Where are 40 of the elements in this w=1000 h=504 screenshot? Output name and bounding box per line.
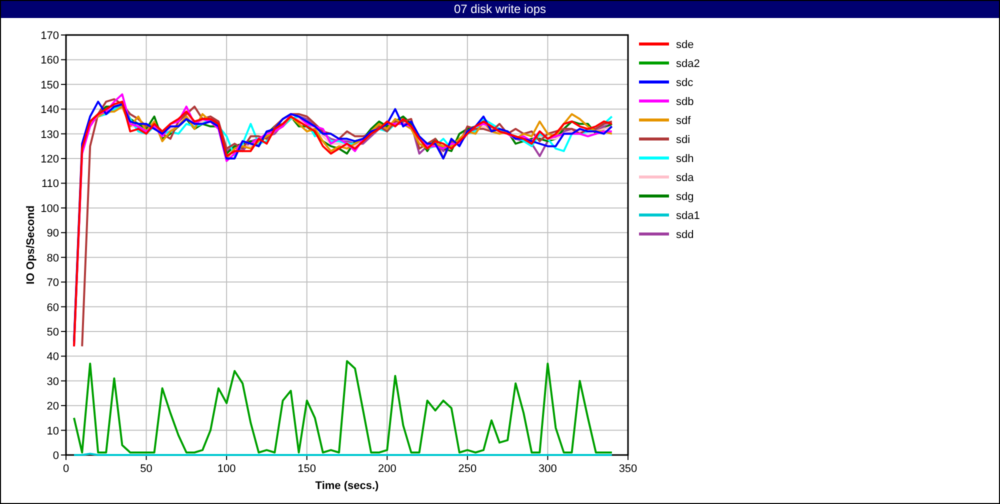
y-tick-label: 150 — [40, 79, 59, 92]
y-tick-label: 30 — [46, 376, 59, 388]
x-tick-label: 300 — [538, 463, 557, 475]
y-tick-label: 90 — [46, 228, 59, 240]
legend-label: sdg — [676, 191, 694, 203]
x-tick-label: 50 — [140, 463, 152, 475]
legend-label: sda — [676, 172, 694, 184]
y-tick-label: 140 — [40, 104, 59, 116]
y-tick-label: 40 — [46, 351, 59, 364]
y-tick-label: 120 — [40, 154, 59, 166]
y-tick-label: 10 — [46, 425, 59, 438]
y-tick-label: 110 — [41, 178, 59, 190]
x-axis-label: Time (secs.) — [315, 480, 379, 492]
y-axis-label: IO Ops/Second — [25, 206, 37, 284]
legend-label: sdb — [676, 96, 694, 108]
y-tick-label: 100 — [40, 202, 59, 215]
window-title: 07 disk write iops — [1, 1, 999, 18]
y-tick-label: 50 — [46, 326, 59, 338]
legend-label: sdh — [676, 153, 694, 165]
legend-label: sda2 — [676, 58, 700, 70]
x-tick-label: 150 — [298, 463, 316, 475]
y-tick-label: 170 — [40, 30, 59, 42]
legend-label: sda1 — [676, 210, 700, 222]
x-tick-label: 0 — [62, 463, 70, 475]
y-tick-label: 0 — [52, 450, 59, 462]
legend-label: sde — [676, 39, 694, 51]
legend-label: sdi — [676, 134, 690, 146]
y-tick-label: 20 — [46, 400, 59, 413]
x-tick-label: 100 — [217, 463, 236, 475]
y-tick-label: 80 — [46, 252, 59, 264]
x-tick-label: 200 — [378, 463, 396, 475]
y-tick-label: 160 — [40, 54, 59, 67]
y-tick-label: 130 — [40, 128, 59, 141]
x-tick-label: 250 — [458, 463, 477, 475]
legend-label: sdf — [676, 115, 691, 127]
legend-label: sdd — [676, 229, 694, 241]
x-tick-label: 350 — [618, 463, 638, 475]
y-tick-label: 60 — [46, 302, 59, 314]
legend-label: sdc — [676, 77, 694, 89]
y-tick-label: 70 — [46, 277, 59, 290]
